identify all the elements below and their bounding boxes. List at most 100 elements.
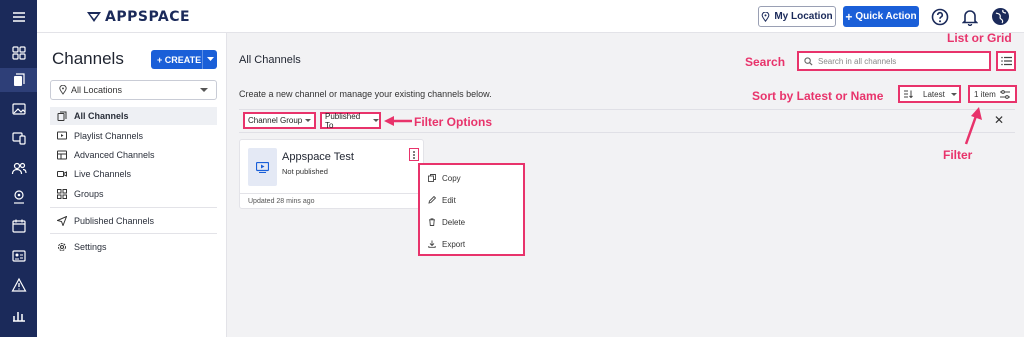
card-divider bbox=[240, 193, 423, 194]
page-subtitle: Create a new channel or manage your exis… bbox=[239, 89, 492, 99]
pencil-icon bbox=[428, 196, 436, 204]
annotation-list-or-grid: List or Grid bbox=[947, 31, 1012, 45]
quick-action-label: Quick Action bbox=[855, 11, 917, 22]
sidebar-item-label: Playlist Channels bbox=[74, 131, 144, 141]
sidebar-item-groups[interactable]: Groups bbox=[50, 185, 217, 203]
chevron-down-icon bbox=[950, 92, 957, 96]
annotation-arrow-icon bbox=[384, 116, 412, 126]
channel-card-title: Appspace Test bbox=[282, 151, 354, 163]
location-select[interactable]: All Locations bbox=[50, 80, 217, 100]
chevron-down-icon bbox=[373, 119, 379, 122]
filter-toggle-button[interactable]: 1 item bbox=[968, 85, 1017, 103]
live-camera-icon bbox=[57, 171, 67, 177]
channels-icon bbox=[57, 111, 67, 121]
playlist-icon bbox=[57, 131, 67, 140]
sidebar-item-settings[interactable]: Settings bbox=[50, 238, 217, 256]
notification-bell-icon[interactable] bbox=[960, 7, 979, 26]
logo-text: APPSPACE bbox=[105, 9, 191, 25]
channel-card-updated: Updated 28 mins ago bbox=[248, 198, 315, 205]
advanced-channels-icon bbox=[57, 150, 67, 160]
annotation-arrow-icon bbox=[964, 107, 982, 145]
send-icon bbox=[57, 216, 67, 226]
create-label: CREATE bbox=[164, 54, 202, 65]
media-icon[interactable] bbox=[0, 97, 37, 121]
help-icon[interactable] bbox=[930, 7, 949, 26]
sidebar-divider bbox=[50, 207, 217, 208]
groups-icon bbox=[57, 189, 67, 199]
list-view-icon bbox=[1000, 56, 1012, 66]
sidebar-item-published-channels[interactable]: Published Channels bbox=[50, 212, 217, 230]
more-options-icon[interactable] bbox=[409, 148, 419, 161]
location-select-value: All Locations bbox=[71, 85, 123, 95]
published-to-filter[interactable]: Published To bbox=[320, 111, 381, 130]
my-location-button[interactable]: My Location bbox=[758, 6, 836, 27]
download-icon bbox=[428, 240, 436, 248]
chevron-down-icon bbox=[200, 88, 208, 92]
channels-icon[interactable] bbox=[0, 68, 37, 92]
list-grid-toggle-button[interactable] bbox=[996, 51, 1016, 71]
gear-icon bbox=[58, 243, 66, 251]
search-icon bbox=[804, 56, 813, 66]
menu-item-label: Delete bbox=[442, 217, 466, 227]
sidebar-item-playlist-channels[interactable]: Playlist Channels bbox=[50, 127, 217, 145]
page-title: All Channels bbox=[239, 54, 301, 66]
chevron-down-icon bbox=[305, 119, 312, 122]
sort-icon bbox=[904, 90, 913, 98]
sidebar-item-label: Published Channels bbox=[74, 216, 155, 226]
close-filters-icon[interactable]: ✕ bbox=[994, 113, 1004, 127]
hamburger-menu-icon[interactable] bbox=[0, 5, 37, 29]
globe-avatar-icon[interactable] bbox=[991, 7, 1010, 26]
sidebar-item-label: Live Channels bbox=[74, 169, 132, 179]
playlist-icon bbox=[256, 161, 269, 173]
channels-side-panel: Channels + CREATE All Locations All Chan… bbox=[37, 33, 227, 337]
annotation-sort: Sort by Latest or Name bbox=[752, 89, 884, 103]
quick-action-button[interactable]: + Quick Action bbox=[843, 6, 919, 27]
search-placeholder: Search in all channels bbox=[818, 56, 897, 66]
alert-icon[interactable] bbox=[0, 273, 37, 297]
channel-thumbnail bbox=[248, 148, 277, 186]
analytics-icon[interactable] bbox=[0, 303, 37, 327]
menu-item-copy[interactable]: Copy bbox=[428, 171, 461, 185]
calendar-icon[interactable] bbox=[0, 214, 37, 238]
sidebar-item-advanced-channels[interactable]: Advanced Channels bbox=[50, 146, 217, 164]
left-navigation-rail bbox=[0, 0, 37, 337]
users-icon[interactable] bbox=[0, 156, 37, 180]
location-icon[interactable] bbox=[0, 185, 37, 209]
sidebar-item-label: Settings bbox=[74, 242, 107, 252]
sidebar-item-label: All Channels bbox=[74, 111, 129, 121]
id-card-icon[interactable] bbox=[0, 244, 37, 268]
chevron-down-icon[interactable] bbox=[203, 57, 217, 62]
sort-value: Latest bbox=[923, 89, 945, 99]
filter-sliders-icon bbox=[999, 89, 1010, 99]
location-pin-icon bbox=[59, 85, 67, 95]
channel-card-status: Not published bbox=[282, 167, 328, 176]
sidebar-item-live-channels[interactable]: Live Channels bbox=[50, 165, 217, 183]
search-input[interactable]: Search in all channels bbox=[797, 51, 991, 71]
item-count: 1 item bbox=[974, 89, 996, 99]
sort-select[interactable]: Latest bbox=[898, 85, 961, 103]
menu-item-label: Edit bbox=[442, 195, 456, 205]
trash-icon bbox=[429, 218, 435, 226]
devices-icon[interactable] bbox=[0, 126, 37, 150]
channel-context-menu: Copy Edit Delete Export bbox=[418, 163, 525, 256]
plus-icon: + bbox=[157, 54, 165, 65]
top-bar: APPSPACE My Location + Quick Action bbox=[37, 0, 1024, 33]
dashboard-icon[interactable] bbox=[0, 41, 37, 65]
my-location-label: My Location bbox=[774, 11, 833, 22]
logo-mark-icon bbox=[87, 12, 101, 22]
channel-group-filter[interactable]: Channel Group bbox=[243, 112, 316, 129]
sidebar-item-all-channels[interactable]: All Channels bbox=[50, 107, 217, 125]
create-button[interactable]: + CREATE bbox=[151, 50, 217, 69]
channel-card[interactable]: Appspace Test Not published Updated 28 m… bbox=[239, 139, 424, 209]
menu-item-label: Export bbox=[442, 239, 466, 249]
menu-item-edit[interactable]: Edit bbox=[428, 193, 456, 207]
menu-item-delete[interactable]: Delete bbox=[428, 215, 465, 229]
location-pin-icon bbox=[761, 11, 770, 22]
annotation-filter-options: Filter Options bbox=[414, 115, 492, 129]
sidebar-item-label: Advanced Channels bbox=[74, 150, 155, 160]
sidebar-divider bbox=[50, 233, 217, 234]
side-panel-title: Channels bbox=[52, 49, 124, 68]
filter-label: Published To bbox=[325, 111, 361, 130]
appspace-logo[interactable]: APPSPACE bbox=[87, 9, 207, 25]
menu-item-export[interactable]: Export bbox=[428, 237, 465, 251]
